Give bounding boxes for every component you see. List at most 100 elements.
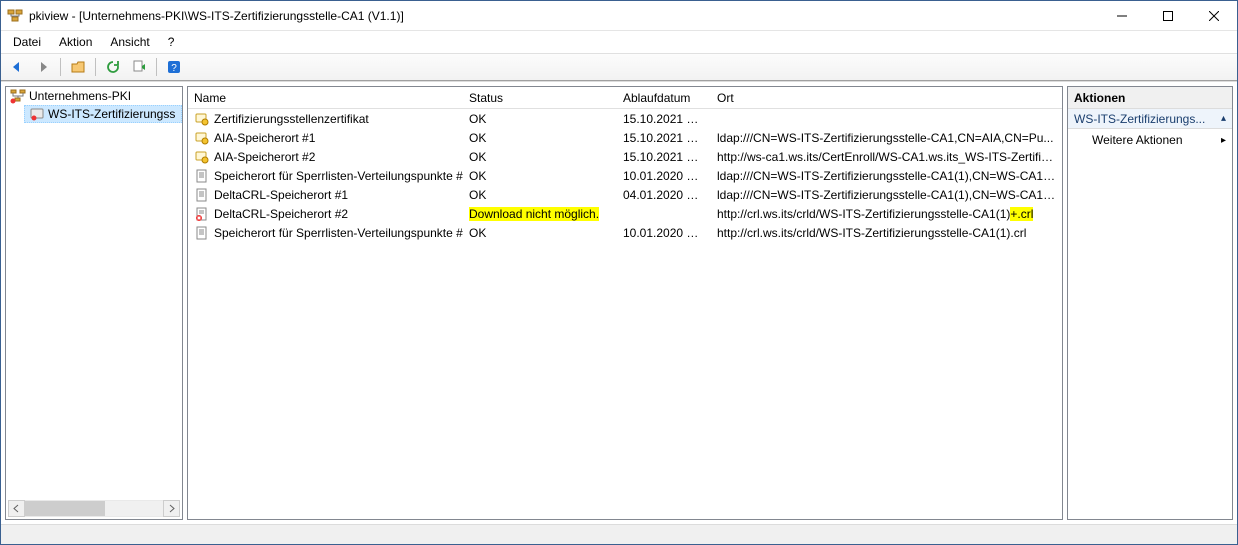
minimize-button[interactable] — [1099, 1, 1145, 30]
export-button[interactable] — [127, 56, 151, 78]
cell-status-text: OK — [469, 169, 486, 183]
cell-date: 15.10.2021 18:15 — [617, 150, 711, 164]
menu-ansicht[interactable]: Ansicht — [102, 33, 157, 51]
toolbar-separator — [60, 58, 61, 76]
crl-icon — [194, 168, 210, 184]
menubar: Datei Aktion Ansicht ? — [1, 31, 1237, 53]
cell-ort-text: http://ws-ca1.ws.its/CertEnroll/WS-CA1.w… — [717, 150, 1060, 164]
close-button[interactable] — [1191, 1, 1237, 30]
cell-status: OK — [463, 226, 617, 240]
table-row[interactable]: DeltaCRL-Speicherort #1OK04.01.2020 04:1… — [188, 185, 1062, 204]
scroll-right-button[interactable] — [163, 500, 180, 517]
app-window: pkiview - [Unternehmens-PKI\WS-ITS-Zerti… — [0, 0, 1238, 545]
cell-ort: http://crl.ws.its/crld/WS-ITS-Zertifizie… — [711, 226, 1062, 240]
cell-status-text: OK — [469, 226, 486, 240]
table-row[interactable]: Speicherort für Sperrlisten-Verteilungsp… — [188, 223, 1062, 242]
table-row[interactable]: DeltaCRL-Speicherort #2 Download nicht mö… — [188, 204, 1062, 223]
svg-text:?: ? — [171, 63, 177, 74]
cell-ort: ldap:///CN=WS-ITS-Zertifizierungsstelle-… — [711, 169, 1062, 183]
pki-root-icon — [10, 88, 26, 104]
cell-name-text: Zertifizierungsstellenzertifikat — [214, 112, 369, 126]
toolbar: ? — [1, 53, 1237, 81]
window-controls — [1099, 1, 1237, 30]
column-header-ort[interactable]: Ort — [711, 87, 1062, 108]
cell-name-text: Speicherort für Sperrlisten-Verteilungsp… — [214, 226, 463, 240]
back-button[interactable] — [5, 56, 29, 78]
cert-icon — [194, 130, 210, 146]
cell-status-text: Download nicht möglich. — [469, 207, 599, 221]
cert-icon — [194, 111, 210, 127]
actions-group-title[interactable]: WS-ITS-Zertifizierungs... ▴ — [1068, 109, 1232, 129]
open-button[interactable] — [66, 56, 90, 78]
tree-child-node[interactable]: WS-ITS-Zertifizierungss — [24, 105, 182, 123]
cell-name: DeltaCRL-Speicherort #2 — [188, 206, 463, 222]
column-header-date[interactable]: Ablaufdatum — [617, 87, 711, 108]
help-button[interactable]: ? — [162, 56, 186, 78]
cell-ort-text: ldap:///CN=WS-ITS-Zertifizierungsstelle-… — [717, 169, 1056, 183]
menu-aktion[interactable]: Aktion — [51, 33, 100, 51]
table-row[interactable]: Zertifizierungsstellenzertifikat OK 15.10.… — [188, 109, 1062, 128]
window-title: pkiview - [Unternehmens-PKI\WS-ITS-Zerti… — [29, 9, 1099, 23]
tree-child-label: WS-ITS-Zertifizierungss — [48, 107, 175, 121]
titlebar: pkiview - [Unternehmens-PKI\WS-ITS-Zerti… — [1, 1, 1237, 31]
menu-datei[interactable]: Datei — [5, 33, 49, 51]
scroll-track[interactable] — [25, 500, 163, 517]
menu-help[interactable]: ? — [160, 33, 183, 51]
scroll-left-button[interactable] — [8, 500, 25, 517]
column-header-name[interactable]: Name — [188, 87, 463, 108]
app-icon — [7, 8, 23, 24]
cell-name: Speicherort für Sperrlisten-Verteilungsp… — [188, 225, 463, 241]
toolbar-separator — [156, 58, 157, 76]
crl-icon — [194, 225, 210, 241]
cell-status-text: OK — [469, 131, 486, 145]
list-body: Zertifizierungsstellenzertifikat OK 15.10.… — [188, 109, 1062, 519]
refresh-button[interactable] — [101, 56, 125, 78]
actions-header: Aktionen — [1068, 87, 1232, 109]
cell-date: 10.01.2020 04:14 — [617, 169, 711, 183]
cell-name-text: DeltaCRL-Speicherort #2 — [214, 207, 348, 221]
submenu-right-icon: ▸ — [1221, 135, 1226, 146]
cell-ort-text: ldap:///CN=WS-ITS-Zertifizierungsstelle-… — [717, 131, 1053, 145]
forward-button[interactable] — [31, 56, 55, 78]
actions-pane: Aktionen WS-ITS-Zertifizierungs... ▴ Wei… — [1067, 86, 1233, 520]
cell-name: Speicherort für Sperrlisten-Verteilungsp… — [188, 168, 463, 184]
cell-date: 15.10.2021 18:15 — [617, 112, 711, 126]
table-row[interactable]: AIA-Speicherort #2OK15.10.2021 18:15http… — [188, 147, 1062, 166]
tree-root-label: Unternehmens-PKI — [29, 89, 131, 103]
collapse-up-icon: ▴ — [1221, 113, 1226, 124]
ca-icon — [29, 106, 45, 122]
scroll-thumb[interactable] — [25, 501, 105, 516]
cell-status-text: OK — [469, 112, 486, 126]
actions-group-label: WS-ITS-Zertifizierungs... — [1074, 112, 1205, 126]
status-bar — [1, 524, 1237, 544]
list-header: Name Status Ablaufdatum Ort — [188, 87, 1062, 109]
table-row[interactable]: AIA-Speicherort #1OK15.10.2021 18:15ldap… — [188, 128, 1062, 147]
actions-item-more[interactable]: Weitere Aktionen ▸ — [1068, 129, 1232, 151]
cell-name: AIA-Speicherort #1 — [188, 130, 463, 146]
tree-horizontal-scrollbar[interactable] — [8, 500, 180, 517]
maximize-button[interactable] — [1145, 1, 1191, 30]
cell-status: Download nicht möglich. — [463, 207, 617, 221]
cell-status: OK — [463, 169, 617, 183]
cell-status: OK — [463, 131, 617, 145]
table-row[interactable]: Speicherort für Sperrlisten-Verteilungsp… — [188, 166, 1062, 185]
cell-date: 10.01.2020 04:14 — [617, 226, 711, 240]
tree-root-node[interactable]: Unternehmens-PKI — [6, 87, 182, 105]
cell-name: Zertifizierungsstellenzertifikat — [188, 111, 463, 127]
tree-pane[interactable]: Unternehmens-PKI WS-ITS-Zertifizierungss — [5, 86, 183, 520]
cell-name-text: AIA-Speicherort #1 — [214, 131, 315, 145]
cell-name: DeltaCRL-Speicherort #1 — [188, 187, 463, 203]
cell-ort: http://crl.ws.its/crld/WS-ITS-Zertifizie… — [711, 207, 1062, 221]
cell-ort-highlight: +.crl — [1010, 207, 1033, 221]
cell-ort-text: ldap:///CN=WS-ITS-Zertifizierungsstelle-… — [717, 188, 1056, 202]
list-pane: Name Status Ablaufdatum Ort Zertifizieru… — [187, 86, 1063, 520]
content-area: Unternehmens-PKI WS-ITS-Zertifizierungss… — [1, 81, 1237, 524]
toolbar-separator — [95, 58, 96, 76]
cell-ort: ldap:///CN=WS-ITS-Zertifizierungsstelle-… — [711, 131, 1062, 145]
cell-status: OK — [463, 188, 617, 202]
column-header-status[interactable]: Status — [463, 87, 617, 108]
cell-date: 04.01.2020 04:14 — [617, 188, 711, 202]
cell-status-text: OK — [469, 150, 486, 164]
crl-error-icon — [194, 206, 210, 222]
crl-icon — [194, 187, 210, 203]
